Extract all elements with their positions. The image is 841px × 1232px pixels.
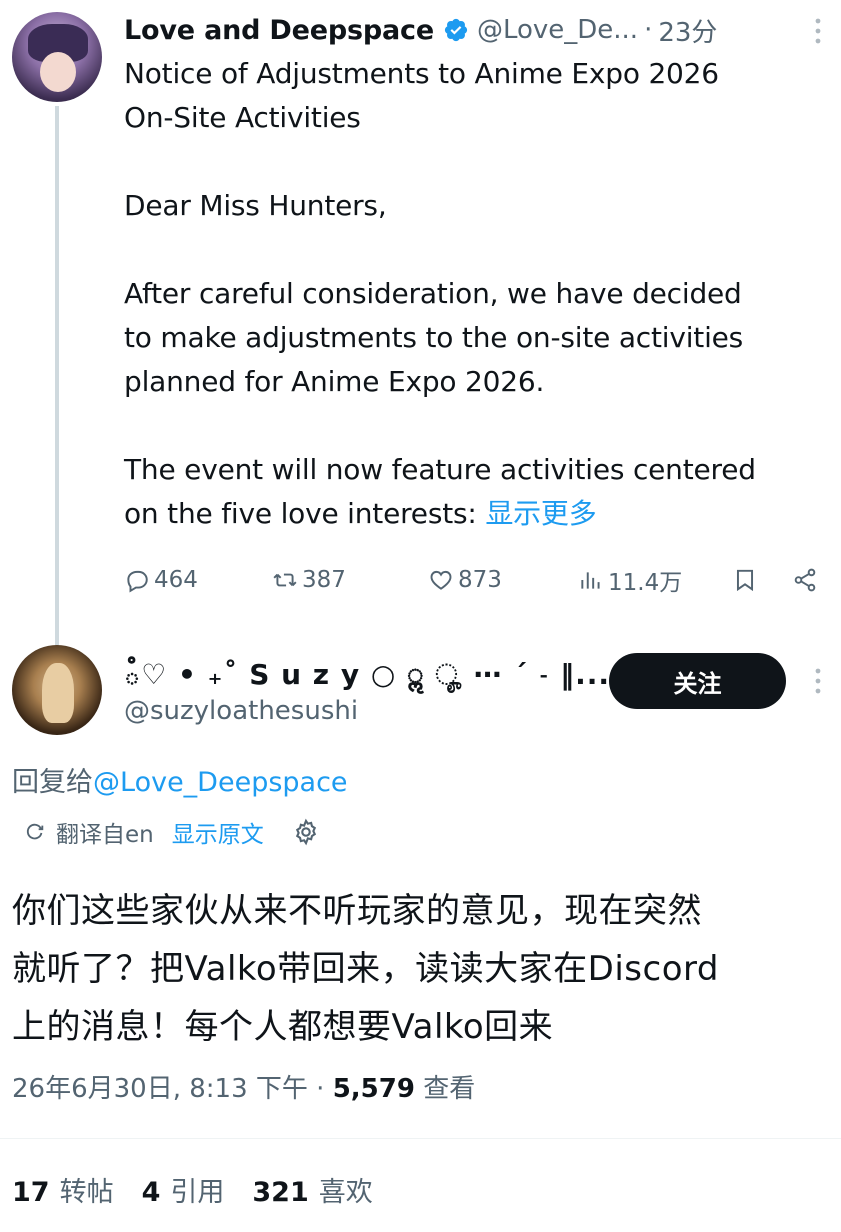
tweet-line: to make adjustments to the on-site activ…	[124, 321, 744, 354]
show-original-link[interactable]: 显示原文	[172, 815, 264, 849]
tweet-line: on the five love interests: 显示更多	[124, 497, 597, 530]
show-more-link[interactable]: 显示更多	[485, 497, 596, 530]
follow-button[interactable]: 关注	[609, 653, 786, 709]
header-separator: ·	[644, 15, 653, 45]
share-icon	[794, 568, 816, 592]
replying-to-handle[interactable]: @Love_Deepspace	[93, 767, 348, 798]
views-button[interactable]: 11.4万	[578, 560, 682, 600]
bookmark-icon	[736, 569, 754, 592]
reply-author-avatar[interactable]	[12, 645, 102, 735]
retweet-button[interactable]: 387	[272, 560, 346, 600]
reply-line: 就听了？把Valko带回来，读读大家在Discord	[12, 949, 719, 989]
like-button[interactable]: 873	[428, 560, 502, 600]
reply-view-count: 5,579	[332, 1074, 415, 1104]
replying-to-label: 回复给	[12, 767, 93, 798]
tweet-line: Dear Miss Hunters,	[124, 189, 387, 222]
share-button[interactable]	[792, 560, 818, 600]
author-avatar[interactable]	[12, 12, 102, 102]
translate-icon	[26, 823, 44, 840]
reply-icon	[127, 570, 148, 593]
gear-icon[interactable]	[292, 818, 320, 846]
reply-author-handle[interactable]: @suzyloathesushi	[124, 696, 358, 726]
views-chart-icon	[581, 572, 600, 589]
reply-count: 464	[154, 567, 198, 593]
divider	[0, 1138, 841, 1139]
tweet-time[interactable]: 23分	[658, 12, 717, 49]
like-count: 873	[458, 567, 502, 593]
author-name[interactable]: Love and Deepspace	[124, 15, 434, 46]
more-options-icon[interactable]	[808, 664, 828, 698]
translation-bar: 翻译自en 显示原文	[24, 815, 330, 849]
tweet-line: The event will now feature activities ce…	[124, 453, 756, 486]
reply-author-name[interactable]: ఄ♡ • ₊˚ S u z y ○ ॢ ೄ ⋯ ˊ ˗ ‖...	[124, 655, 610, 698]
tweet-header: Love and Deepspace @Love_De... · 23分	[124, 10, 717, 50]
replying-to: 回复给@Love_Deepspace	[12, 760, 348, 799]
reply-meta: 26年6月30日, 8:13 下午 · 5,579 查看	[12, 1068, 475, 1105]
translated-from-label: 翻译自en	[56, 822, 154, 848]
quotes-stat[interactable]: 4 引用	[142, 1177, 253, 1208]
heart-icon	[430, 570, 452, 590]
reply-view-label: 查看	[423, 1074, 476, 1104]
likes-stat[interactable]: 321 喜欢	[252, 1177, 400, 1208]
retweets-stat[interactable]: 17 转帖	[12, 1177, 142, 1208]
author-handle[interactable]: @Love_De...	[477, 15, 638, 45]
more-options-icon[interactable]	[808, 14, 828, 48]
reply-button[interactable]: 464	[124, 560, 198, 600]
engagement-stats: 17 转帖 4 引用 321 喜欢	[12, 1170, 401, 1209]
reply-line: 你们这些家伙从来不听玩家的意见，现在突然	[12, 891, 702, 931]
bookmark-button[interactable]	[732, 560, 758, 600]
reply-line: 上的消息！每个人都想要Valko回来	[12, 1007, 554, 1047]
thread-line	[55, 106, 59, 646]
meta-separator: ·	[316, 1074, 325, 1104]
tweet-line: Notice of Adjustments to Anime Expo 2026	[124, 57, 719, 90]
verified-badge-icon	[444, 18, 468, 42]
views-count: 11.4万	[608, 570, 683, 596]
reply-body: 你们这些家伙从来不听玩家的意见，现在突然 就听了？把Valko带回来，读读大家在…	[12, 882, 832, 1056]
reply-timestamp[interactable]: 26年6月30日, 8:13 下午	[12, 1074, 308, 1104]
retweet-icon	[273, 573, 297, 587]
tweet-line: planned for Anime Expo 2026.	[124, 365, 545, 398]
tweet-line: After careful consideration, we have dec…	[124, 277, 742, 310]
tweet-body: Notice of Adjustments to Anime Expo 2026…	[124, 52, 824, 536]
retweet-count: 387	[302, 567, 346, 593]
tweet-line: On-Site Activities	[124, 101, 361, 134]
